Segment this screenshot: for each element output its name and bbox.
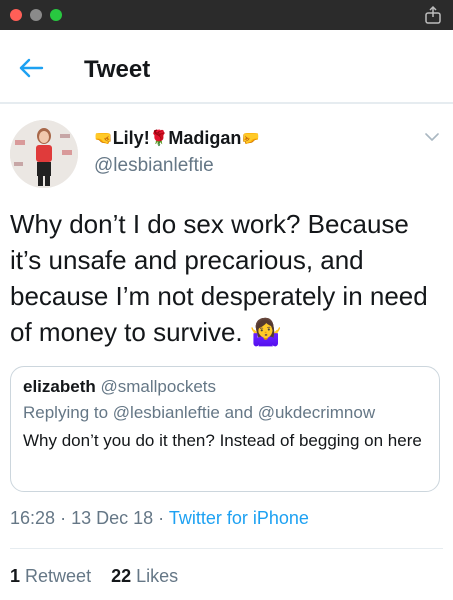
fist-emoji-icon-right: 🤛	[241, 130, 261, 147]
close-window-button[interactable]	[10, 9, 22, 21]
quoted-reply-context: Replying to @lesbianleftie and @ukdecrim…	[23, 403, 375, 423]
author-handle[interactable]: @lesbianleftie	[94, 155, 214, 177]
tweet-text: Why don’t I do sex work? Because it’s un…	[10, 206, 446, 350]
tweet-source-link[interactable]: Twitter for iPhone	[169, 508, 309, 528]
retweet-stat[interactable]: 1 Retweet	[10, 566, 91, 586]
retweet-label: Retweet	[25, 566, 92, 586]
share-icon[interactable]	[423, 5, 443, 25]
quoted-author-name: elizabeth	[23, 377, 96, 396]
tweet-time: 16:28	[10, 508, 56, 528]
window-titlebar	[0, 0, 453, 30]
retweet-count: 1	[10, 566, 21, 586]
quoted-author-handle: @smallpockets	[100, 377, 216, 396]
zoom-window-button[interactable]	[50, 9, 62, 21]
meta-separator-2: ·	[158, 508, 165, 528]
reply-user-2: @ukdecrimnow	[257, 403, 376, 422]
likes-count: 22	[111, 566, 132, 586]
tweet-stats: 1 Retweet 22 Likes	[10, 566, 178, 587]
avatar-photo	[10, 120, 78, 188]
author-name[interactable]: 🤜Lily!🌹Madigan🤛	[94, 128, 260, 149]
likes-label: Likes	[136, 566, 179, 586]
author-name-part2: Madigan	[168, 128, 242, 148]
avatar[interactable]	[10, 120, 78, 188]
tweet-metadata: 16:28 · 13 Dec 18 · Twitter for iPhone	[10, 508, 309, 529]
divider	[10, 548, 443, 549]
meta-separator: ·	[60, 508, 67, 528]
minimize-window-button[interactable]	[30, 9, 42, 21]
reply-user-1: @lesbianleftie	[112, 403, 220, 422]
quoted-tweet-text: Why don’t you do it then? Instead of beg…	[23, 431, 422, 450]
tweet-body: Why don’t I do sex work? Because it’s un…	[10, 209, 428, 347]
chevron-down-icon[interactable]	[425, 132, 439, 142]
reply-and: and	[224, 403, 253, 422]
quoted-tweet[interactable]: elizabeth @smallpockets Replying to @les…	[10, 366, 440, 492]
rose-emoji-icon: 🌹	[149, 130, 169, 147]
likes-stat[interactable]: 22 Likes	[111, 566, 178, 586]
page-title: Tweet	[84, 56, 151, 83]
author-name-part1: Lily!	[112, 128, 150, 148]
tweet-header: Tweet	[0, 30, 453, 104]
quoted-tweet-author: elizabeth @smallpockets	[23, 377, 216, 397]
fist-emoji-icon: 🤜	[94, 130, 113, 147]
tweet-date: 13 Dec 18	[71, 508, 154, 528]
shrug-emoji-icon: 🤷‍♀️	[249, 317, 283, 347]
back-arrow-icon[interactable]	[18, 58, 44, 78]
reply-prefix: Replying to	[23, 403, 109, 422]
